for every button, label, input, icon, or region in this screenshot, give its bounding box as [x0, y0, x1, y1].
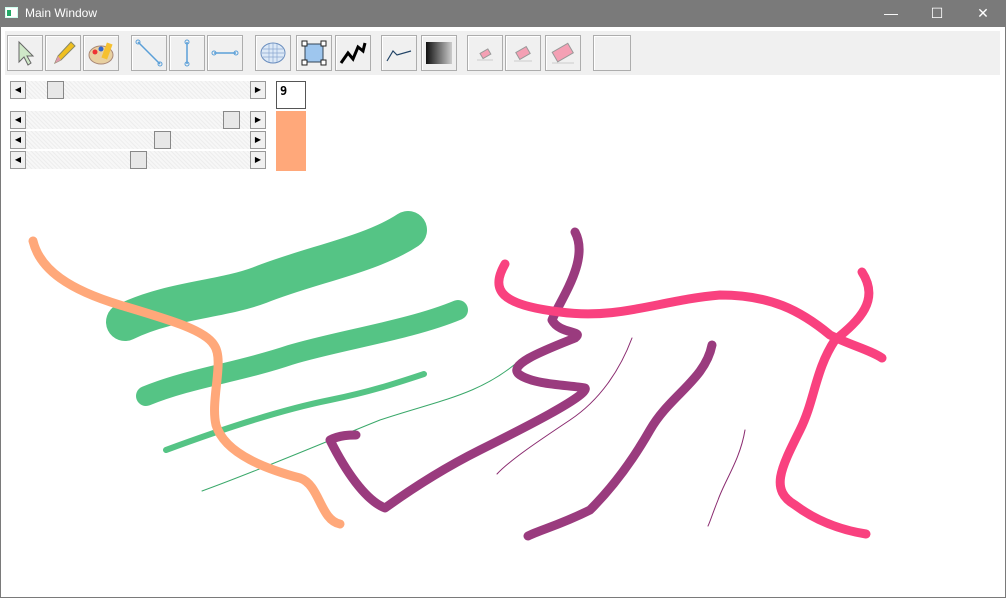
red-scrollbar[interactable]: ◀ ▶ [10, 111, 266, 129]
vertical-line-tool-button[interactable] [169, 35, 205, 71]
small-eraser-tool-button[interactable] [467, 35, 503, 71]
vertical-line-icon [184, 39, 190, 67]
rectangle-select-tool-button[interactable] [296, 35, 332, 71]
pencil-tool-button[interactable] [45, 35, 81, 71]
toolbar [5, 30, 1000, 75]
left-arrow-icon[interactable]: ◀ [10, 111, 26, 129]
selection-rectangle-icon [301, 40, 327, 66]
medium-eraser-icon [514, 45, 532, 62]
diagonal-line-icon [135, 39, 163, 67]
color-preview-swatch [276, 111, 306, 171]
scroll-thumb[interactable] [130, 151, 147, 169]
window-title: Main Window [25, 6, 98, 20]
curve-tool-button[interactable] [381, 35, 417, 71]
large-eraser-tool-button[interactable] [545, 35, 581, 71]
right-arrow-icon[interactable]: ▶ [250, 81, 266, 99]
right-arrow-icon[interactable]: ▶ [250, 111, 266, 129]
palette-tool-button[interactable] [83, 35, 119, 71]
diagonal-line-tool-button[interactable] [131, 35, 167, 71]
maximize-button[interactable]: ☐ [914, 0, 960, 26]
scroll-thumb[interactable] [47, 81, 64, 99]
green-scrollbar[interactable]: ◀ ▶ [10, 131, 266, 149]
left-arrow-icon[interactable]: ◀ [10, 131, 26, 149]
zigzag-line-icon [339, 42, 367, 64]
small-eraser-icon [477, 48, 493, 61]
large-eraser-icon [551, 42, 574, 64]
paint-palette-icon [88, 42, 114, 65]
brush-size-scrollbar[interactable]: ◀ ▶ [10, 81, 266, 99]
left-arrow-icon[interactable]: ◀ [10, 81, 26, 99]
select-tool-button[interactable] [7, 35, 43, 71]
zigzag-tool-button[interactable] [335, 35, 371, 71]
blue-scrollbar[interactable]: ◀ ▶ [10, 151, 266, 169]
left-arrow-icon[interactable]: ◀ [10, 151, 26, 169]
app-icon [5, 7, 18, 18]
right-arrow-icon[interactable]: ▶ [250, 131, 266, 149]
polyline-icon [386, 50, 412, 62]
gradient-icon [426, 42, 452, 64]
horizontal-line-icon [211, 50, 239, 56]
title-bar: Main Window — ☐ ✕ [0, 0, 1006, 26]
brush-size-display: 9 [276, 81, 306, 109]
gradient-tool-button[interactable] [421, 35, 457, 71]
scroll-thumb[interactable] [154, 131, 171, 149]
minimize-button[interactable]: — [868, 0, 914, 26]
medium-eraser-tool-button[interactable] [505, 35, 541, 71]
scroll-thumb[interactable] [223, 111, 240, 129]
close-button[interactable]: ✕ [960, 0, 1006, 26]
ellipse-grid-icon [260, 42, 286, 64]
arrow-cursor-icon [18, 40, 35, 66]
blank-tool-button[interactable] [593, 35, 631, 71]
pencil-icon [54, 41, 76, 65]
right-arrow-icon[interactable]: ▶ [250, 151, 266, 169]
horizontal-line-tool-button[interactable] [207, 35, 243, 71]
ellipse-tool-button[interactable] [255, 35, 291, 71]
